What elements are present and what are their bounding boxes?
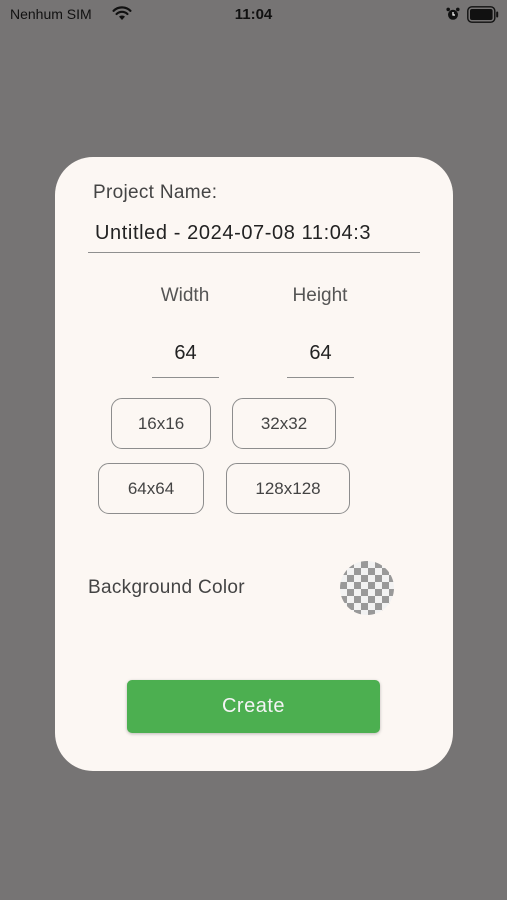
project-name-label: Project Name: bbox=[93, 182, 218, 203]
preset-32x32-button[interactable]: 32x32 bbox=[232, 398, 336, 449]
background-color-swatch[interactable] bbox=[340, 561, 394, 615]
width-input[interactable] bbox=[152, 329, 219, 378]
create-button[interactable]: Create bbox=[127, 680, 380, 733]
status-bar: Nenhum SIM 11:04 bbox=[0, 0, 507, 32]
preset-16x16-button[interactable]: 16x16 bbox=[111, 398, 211, 449]
project-name-input[interactable] bbox=[88, 215, 420, 253]
clock: 11:04 bbox=[234, 6, 273, 23]
height-input[interactable] bbox=[287, 329, 354, 378]
alarm-icon bbox=[446, 7, 460, 20]
background-color-label: Background Color bbox=[88, 577, 245, 598]
width-label: Width bbox=[160, 285, 210, 306]
preset-128x128-button[interactable]: 128x128 bbox=[226, 463, 350, 514]
height-label: Height bbox=[292, 285, 348, 306]
preset-64x64-button[interactable]: 64x64 bbox=[98, 463, 204, 514]
battery-icon bbox=[467, 6, 499, 23]
new-project-dialog: Project Name: Width Height 16x16 32x32 6… bbox=[55, 157, 453, 771]
